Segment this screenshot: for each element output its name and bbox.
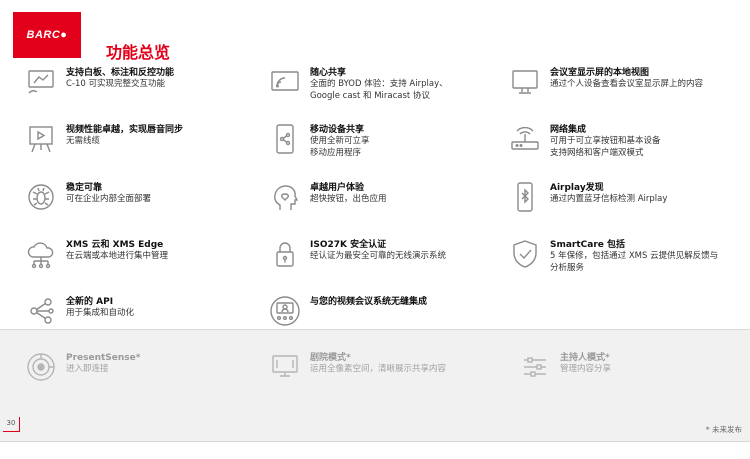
future-moderator-mode: 主持人模式* 管理内容分享 <box>518 352 611 384</box>
page-title: 功能总览 <box>106 43 171 62</box>
monitor-icon <box>508 65 542 99</box>
feature-mobile-share: 移动设备共享 使用全新可立享 移动应用程序 <box>268 124 370 159</box>
feature-iso27k: ISO27K 安全认证 经认证为最安全可靠的无线演示系统 <box>268 239 446 271</box>
feature-video-conference: 与您的视频会议系统无缝集成 <box>268 296 427 328</box>
head-heart-icon <box>268 180 302 214</box>
future-presentsense: PresentSense* 进入即连接 <box>24 352 140 384</box>
feature-xms: XMS 云和 XMS Edge 在云端或本地进行集中管理 <box>24 239 168 271</box>
future-features-band <box>0 329 750 442</box>
api-nodes-icon <box>24 294 58 328</box>
cloud-network-icon <box>24 237 58 271</box>
feature-smartcare: SmartCare 包括 5 年保修，包括通过 XMS 云提供见解反馈与 分析服… <box>508 239 718 274</box>
shield-check-icon <box>508 237 542 271</box>
feature-video-performance: 视频性能卓越，实现唇音同步 无需线缆 <box>24 124 183 156</box>
video-easel-icon <box>24 122 58 156</box>
feature-user-experience: 卓越用户体验 超快按钮，出色应用 <box>268 182 387 214</box>
mobile-share-icon <box>268 122 302 156</box>
padlock-icon <box>268 237 302 271</box>
feature-api: 全新的 API 用于集成和自动化 <box>24 296 134 328</box>
whiteboard-touch-icon <box>24 65 58 99</box>
router-icon <box>508 122 542 156</box>
theater-screen-icon <box>268 350 302 384</box>
feature-network: 网络集成 可用于可立享按钮和基本设备 支持网络和客户端双模式 <box>508 124 661 159</box>
presence-target-icon <box>24 350 58 384</box>
wireless-share-icon <box>268 65 302 99</box>
feature-local-view: 会议室显示屏的本地视图 通过个人设备查看会议室显示屏上的内容 <box>508 67 703 99</box>
page-number: 30 <box>3 417 20 432</box>
feature-stable: 稳定可靠 可在企业内部全面部署 <box>24 182 151 214</box>
video-conference-icon <box>268 294 302 328</box>
sliders-icon <box>518 350 552 384</box>
bluetooth-phone-icon <box>508 180 542 214</box>
feature-airplay-discovery: Airplay发现 通过内置蓝牙信标检测 Airplay <box>508 182 667 214</box>
bug-shield-icon <box>24 180 58 214</box>
future-theater-mode: 剧院模式* 运用全像素空间，清晰展示共享内容 <box>268 352 446 384</box>
logo-text: BARC● <box>26 29 68 41</box>
feature-whiteboard: 支持白板、标注和反控功能 C-10 可实现完整交互功能 <box>24 67 174 99</box>
footnote: * 未来发布 <box>705 425 742 434</box>
barco-logo: BARC● <box>13 12 81 58</box>
feature-wireless-share: 随心共享 全面的 BYOD 体验：支持 Airplay、 Google cast… <box>268 67 448 102</box>
